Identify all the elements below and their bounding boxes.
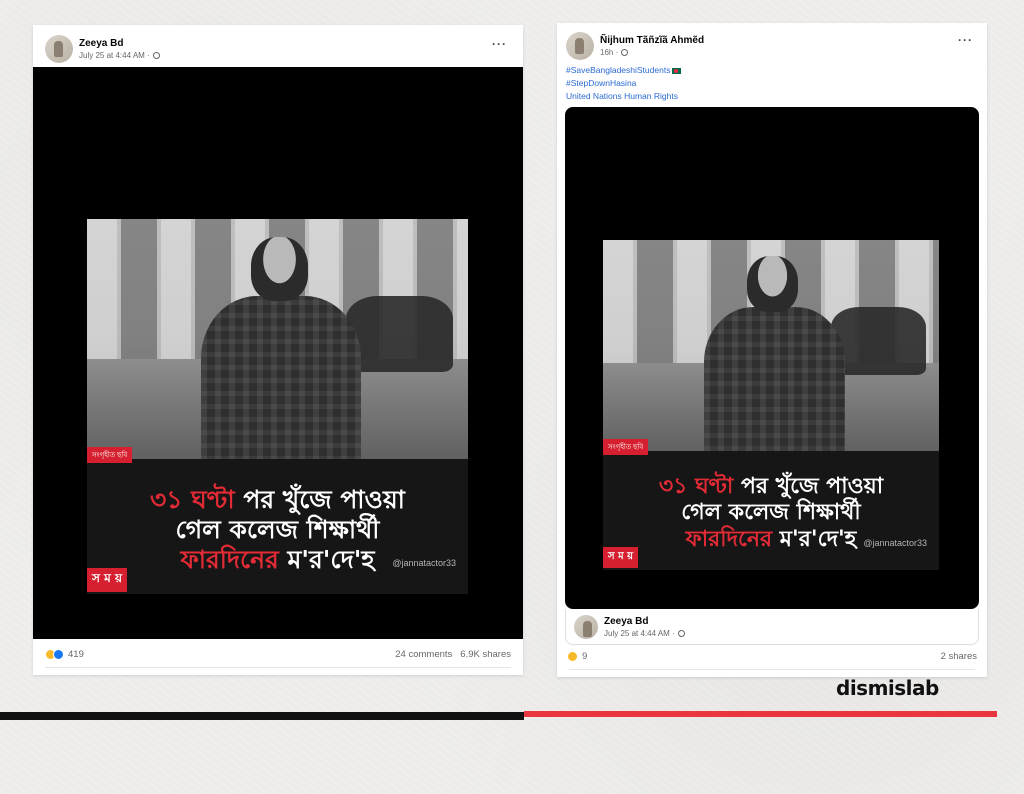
- reaction-count[interactable]: 9: [582, 651, 587, 662]
- source-tag: সংগৃহীত ছবি: [87, 447, 133, 463]
- person-shape: [201, 295, 362, 474]
- avatar[interactable]: [566, 32, 594, 60]
- video-player[interactable]: সংগৃহীত ছবি ৩১ ঘণ্টা পর খুঁজে পাওয়া গেল…: [565, 107, 979, 609]
- avatar[interactable]: [574, 614, 598, 639]
- hashtag-link[interactable]: #StepDownHasina: [566, 77, 681, 90]
- caption-overlay: সংগৃহীত ছবি ৩১ ঘণ্টা পর খুঁজে পাওয়া গেল…: [87, 447, 468, 594]
- hashtag-link[interactable]: #SaveBangladeshiStudents: [566, 64, 682, 77]
- watermark: @jannatactor33: [863, 538, 927, 548]
- reaction-count[interactable]: 419: [68, 649, 84, 660]
- reactions[interactable]: [567, 651, 578, 662]
- caption-overlay: সংগৃহীত ছবি ৩১ ঘণ্টা পর খুঁজে পাওয়া গেল…: [603, 439, 939, 570]
- post-header: Zeeya Bd July 25 at 4:44 AM ·: [45, 35, 160, 63]
- post-footer: 419 24 comments 6.9K shares: [33, 649, 523, 660]
- facebook-post-left: Zeeya Bd July 25 at 4:44 AM · ··· সংগৃহী…: [33, 25, 523, 675]
- video-player[interactable]: সংগৃহীত ছবি ৩১ ঘণ্টা পর খুঁজে পাওয়া গেল…: [33, 67, 523, 639]
- post-footer: 9 2 shares: [557, 651, 987, 662]
- author-name[interactable]: Zeeya Bd: [79, 38, 160, 49]
- comments-count[interactable]: 24 comments: [395, 649, 452, 660]
- dismislab-logo: dismislab: [836, 676, 939, 700]
- sad-reaction-icon: [567, 651, 578, 662]
- shared-author-name[interactable]: Zeeya Bd: [604, 616, 685, 627]
- globe-icon: [621, 49, 629, 56]
- caption-line-1: ৩১ ঘণ্টা পর খুঁজে পাওয়া: [658, 474, 884, 500]
- shared-meta: July 25 at 4:44 AM ·: [604, 629, 685, 638]
- caption-line-2: গেল কলেজ শিক্ষার্থী: [175, 514, 380, 544]
- caption-line-3: ফারদিনের ম'র'দে'হ: [180, 544, 375, 574]
- avatar[interactable]: [45, 35, 73, 63]
- news-thumbnail: সংগৃহীত ছবি ৩১ ঘণ্টা পর খুঁজে পাওয়া গেল…: [603, 240, 939, 570]
- author-name[interactable]: Ñijhum Tãñzĩã Ahmẽd: [600, 35, 704, 46]
- post-timestamp[interactable]: July 25 at 4:44 AM ·: [79, 51, 150, 60]
- rickshaw-shape: [831, 307, 926, 375]
- divider: [569, 669, 975, 670]
- source-tag: সংগৃহীত ছবি: [603, 439, 649, 456]
- bangladesh-flag-icon: [672, 67, 682, 74]
- channel-logo: স ম য়: [87, 568, 128, 592]
- caption-line-1: ৩১ ঘণ্টা পর খুঁজে পাওয়া: [150, 484, 405, 514]
- shared-post-preview[interactable]: Zeeya Bd July 25 at 4:44 AM ·: [565, 609, 979, 645]
- post-meta: July 25 at 4:44 AM ·: [79, 51, 160, 60]
- shares-count[interactable]: 6.9K shares: [460, 649, 511, 660]
- like-reaction-icon: [53, 649, 64, 660]
- shares-count[interactable]: 2 shares: [941, 651, 977, 662]
- photo: [87, 219, 468, 474]
- globe-icon: [152, 52, 160, 59]
- rickshaw-shape: [346, 295, 453, 372]
- caption-line-3: ফারদিনের ম'র'দে'হ: [685, 526, 857, 552]
- post-text: #SaveBangladeshiStudents #StepDownHasina…: [566, 64, 682, 103]
- reactions[interactable]: [45, 649, 64, 660]
- photo: [603, 240, 939, 465]
- page-link[interactable]: United Nations Human Rights: [566, 90, 681, 103]
- news-thumbnail: সংগৃহীত ছবি ৩১ ঘণ্টা পর খুঁজে পাওয়া গেল…: [87, 219, 468, 594]
- shared-timestamp[interactable]: July 25 at 4:44 AM ·: [604, 629, 675, 638]
- post-meta: 16h ·: [600, 48, 704, 57]
- footer-rule-black: [0, 712, 524, 720]
- watermark: @jannatactor33: [392, 558, 456, 568]
- post-timestamp[interactable]: 16h ·: [600, 48, 618, 57]
- caption-line-2: গেল কলেজ শিক্ষার্থী: [681, 500, 861, 526]
- person-shape: [703, 307, 845, 465]
- divider: [45, 667, 511, 668]
- more-options-icon[interactable]: ···: [958, 33, 973, 47]
- channel-logo: স ম য়: [603, 547, 639, 568]
- footer-rule-red: [524, 711, 997, 717]
- globe-icon: [677, 629, 685, 637]
- more-options-icon[interactable]: ···: [492, 37, 507, 51]
- post-header: Ñijhum Tãñzĩã Ahmẽd 16h ·: [566, 32, 704, 60]
- facebook-post-right: Ñijhum Tãñzĩã Ahmẽd 16h · ··· #SaveBangl…: [557, 23, 987, 677]
